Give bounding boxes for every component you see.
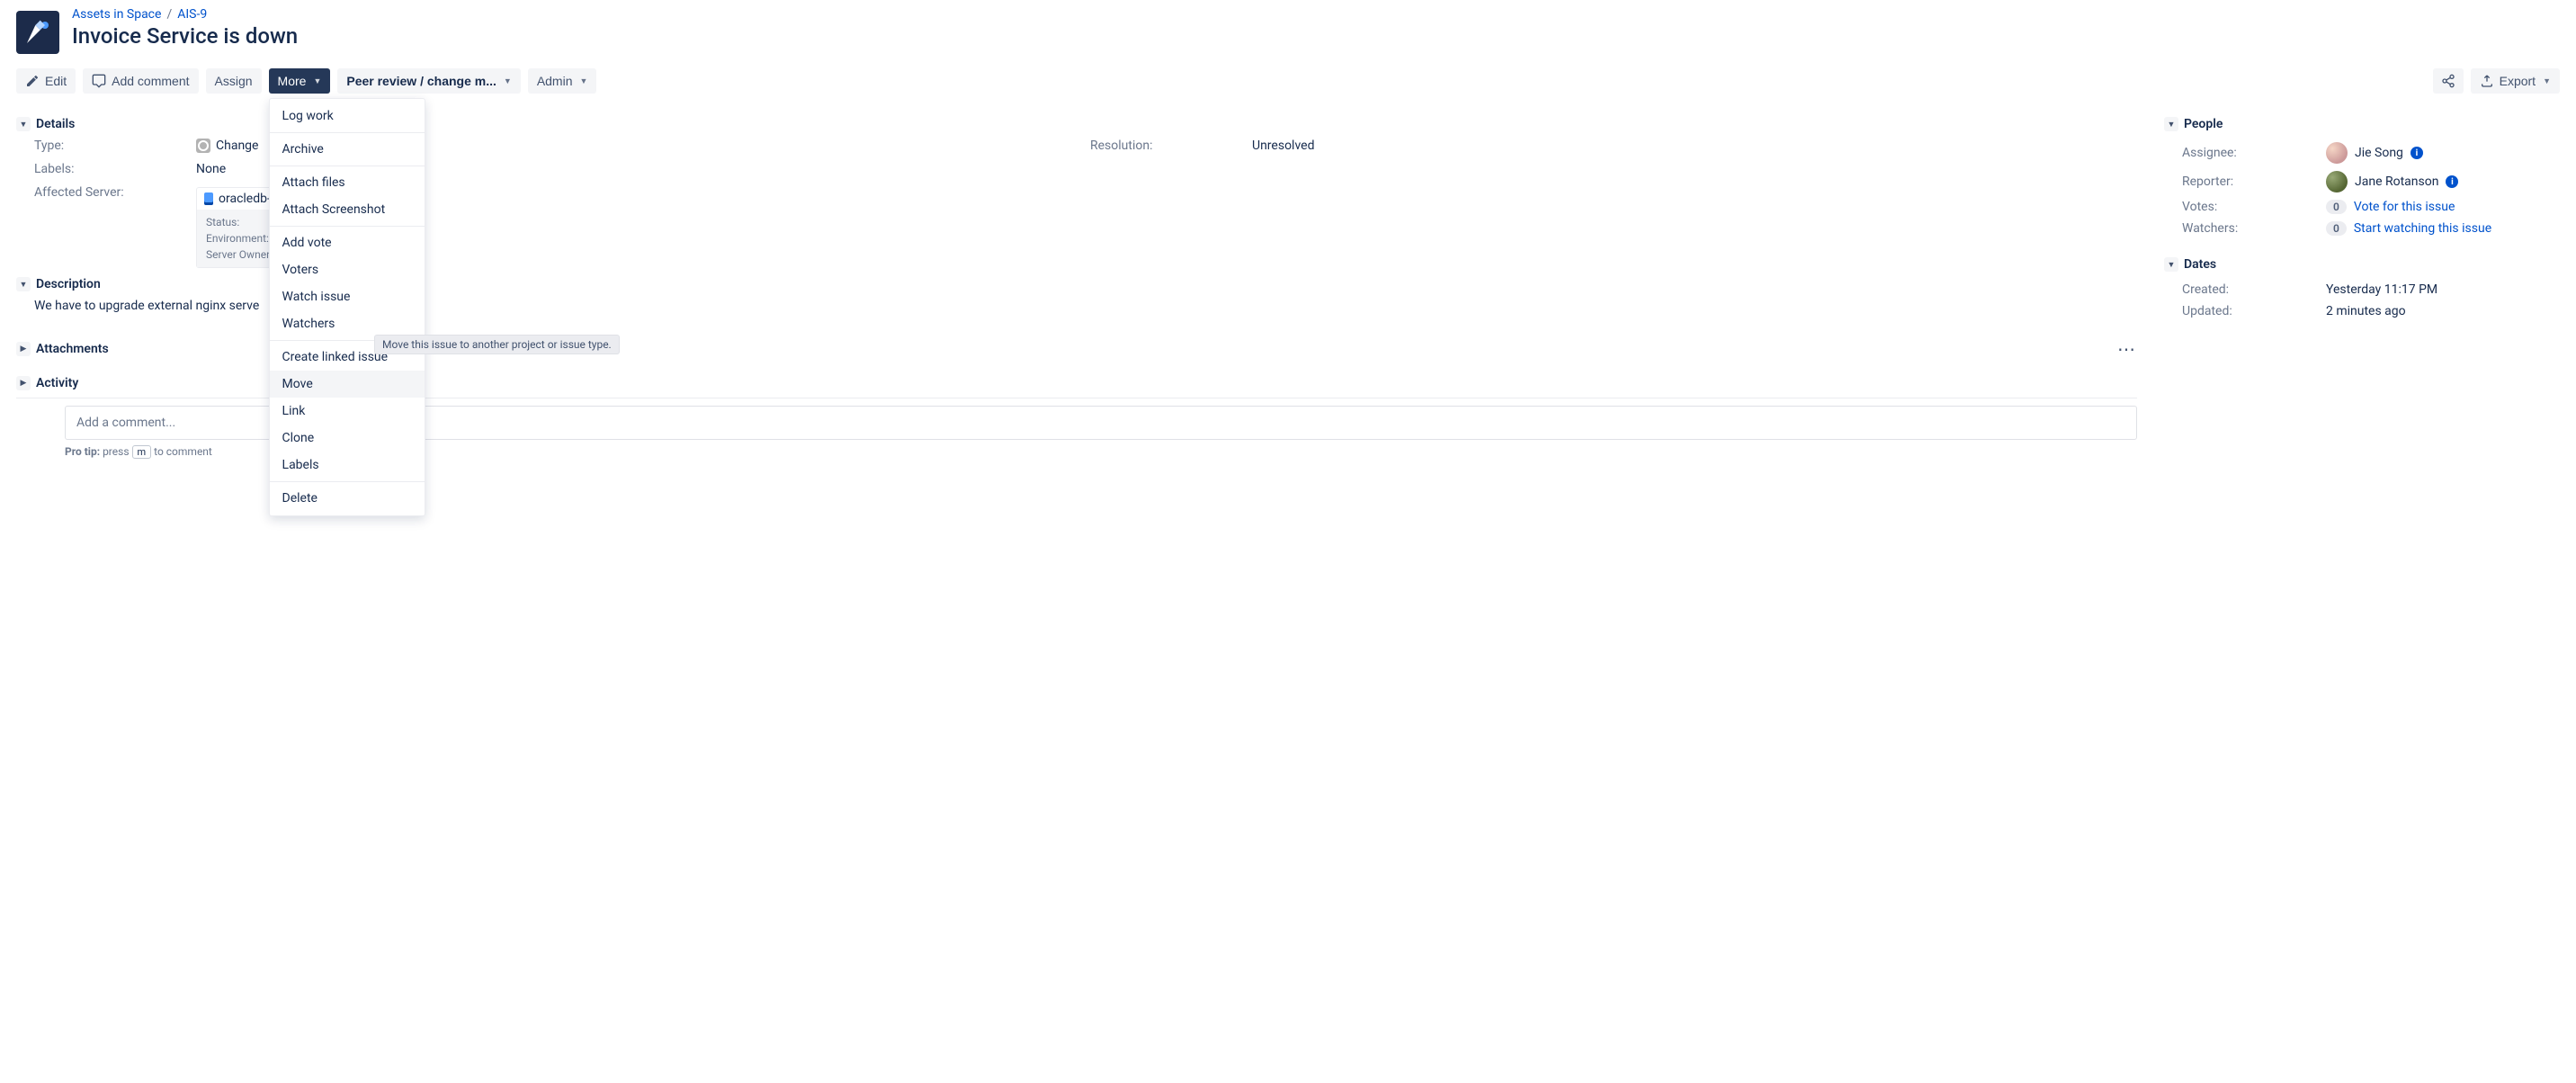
edit-button[interactable]: Edit xyxy=(16,68,76,94)
export-button[interactable]: Export ▼ xyxy=(2471,68,2560,94)
watchers-count: 0 xyxy=(2326,221,2347,236)
page-title: Invoice Service is down xyxy=(72,23,298,49)
attachments-heading: Attachments xyxy=(36,342,109,356)
people-heading: People xyxy=(2184,117,2223,131)
breadcrumb-project[interactable]: Assets in Space xyxy=(72,7,161,22)
votes-label: Votes: xyxy=(2182,200,2326,214)
change-type-icon xyxy=(196,139,210,153)
watchers-label: Watchers: xyxy=(2182,221,2326,236)
assign-button[interactable]: Assign xyxy=(206,68,262,94)
collapse-people-toggle[interactable]: ▼ xyxy=(2164,117,2178,131)
reporter-label: Reporter: xyxy=(2182,175,2326,189)
share-icon xyxy=(2441,74,2455,88)
transition-button[interactable]: Peer review / change m... ▼ xyxy=(337,68,520,94)
move-tooltip: Move this issue to another project or is… xyxy=(374,335,620,354)
labels-label: Labels: xyxy=(34,162,187,176)
share-button[interactable] xyxy=(2433,68,2464,94)
chevron-down-icon: ▼ xyxy=(504,76,512,85)
watch-link[interactable]: Start watching this issue xyxy=(2354,221,2491,236)
menu-labels[interactable]: Labels xyxy=(270,452,425,479)
type-label: Type: xyxy=(34,139,187,153)
admin-button[interactable]: Admin ▼ xyxy=(528,68,597,94)
info-icon[interactable]: i xyxy=(2411,147,2423,159)
speech-bubble-icon xyxy=(92,74,106,88)
breadcrumb-key[interactable]: AIS-9 xyxy=(177,7,207,22)
menu-add-vote[interactable]: Add vote xyxy=(270,229,425,256)
collapse-dates-toggle[interactable]: ▼ xyxy=(2164,257,2178,272)
collapse-activity-toggle[interactable]: ▶ xyxy=(16,376,31,390)
menu-attach-screenshot[interactable]: Attach Screenshot xyxy=(270,196,425,223)
menu-move[interactable]: Move xyxy=(270,371,425,398)
assignee-label: Assignee: xyxy=(2182,146,2326,160)
reporter-value: Jane Rotanson xyxy=(2355,175,2438,189)
menu-watchers[interactable]: Watchers xyxy=(270,310,425,337)
menu-clone[interactable]: Clone xyxy=(270,425,425,452)
export-icon xyxy=(2480,74,2494,88)
collapse-details-toggle[interactable]: ▼ xyxy=(16,117,31,131)
chevron-down-icon: ▼ xyxy=(580,76,588,85)
more-button[interactable]: More ▼ xyxy=(269,68,331,94)
toolbar: Edit Add comment Assign More ▼ Log work … xyxy=(16,68,2560,94)
info-icon[interactable]: i xyxy=(2446,175,2458,188)
menu-voters[interactable]: Voters xyxy=(270,256,425,283)
chevron-down-icon: ▼ xyxy=(313,76,321,85)
description-heading: Description xyxy=(36,277,101,291)
collapse-description-toggle[interactable]: ▼ xyxy=(16,277,31,291)
menu-log-work[interactable]: Log work xyxy=(270,103,425,130)
menu-link[interactable]: Link xyxy=(270,398,425,425)
votes-count: 0 xyxy=(2326,200,2347,214)
menu-delete[interactable]: Delete xyxy=(270,485,425,512)
affected-server-label: Affected Server: xyxy=(34,185,187,200)
m-key: m xyxy=(132,445,152,459)
add-comment-button[interactable]: Add comment xyxy=(83,68,198,94)
breadcrumb: Assets in Space / AIS-9 xyxy=(72,7,298,22)
assignee-avatar xyxy=(2326,142,2348,164)
updated-value: 2 minutes ago xyxy=(2326,304,2406,318)
more-dropdown: Log work Archive Attach files Attach Scr… xyxy=(269,98,425,516)
menu-attach-files[interactable]: Attach files xyxy=(270,169,425,196)
dates-heading: Dates xyxy=(2184,257,2216,272)
menu-archive[interactable]: Archive xyxy=(270,136,425,163)
pencil-icon xyxy=(25,74,40,88)
vote-link[interactable]: Vote for this issue xyxy=(2354,200,2455,214)
activity-heading: Activity xyxy=(36,376,78,390)
created-label: Created: xyxy=(2182,282,2326,297)
project-icon xyxy=(16,11,59,54)
created-value: Yesterday 11:17 PM xyxy=(2326,282,2437,297)
updated-label: Updated: xyxy=(2182,304,2326,318)
menu-watch-issue[interactable]: Watch issue xyxy=(270,283,425,310)
chevron-down-icon: ▼ xyxy=(2543,76,2551,85)
resolution-value: Unresolved xyxy=(1252,139,2137,153)
details-heading: Details xyxy=(36,117,75,131)
attachments-more-button[interactable]: ⋯ xyxy=(2117,338,2137,360)
resolution-label: Resolution: xyxy=(1090,139,1243,153)
assignee-value: Jie Song xyxy=(2355,146,2403,160)
collapse-attachments-toggle[interactable]: ▶ xyxy=(16,342,31,356)
reporter-avatar xyxy=(2326,171,2348,192)
